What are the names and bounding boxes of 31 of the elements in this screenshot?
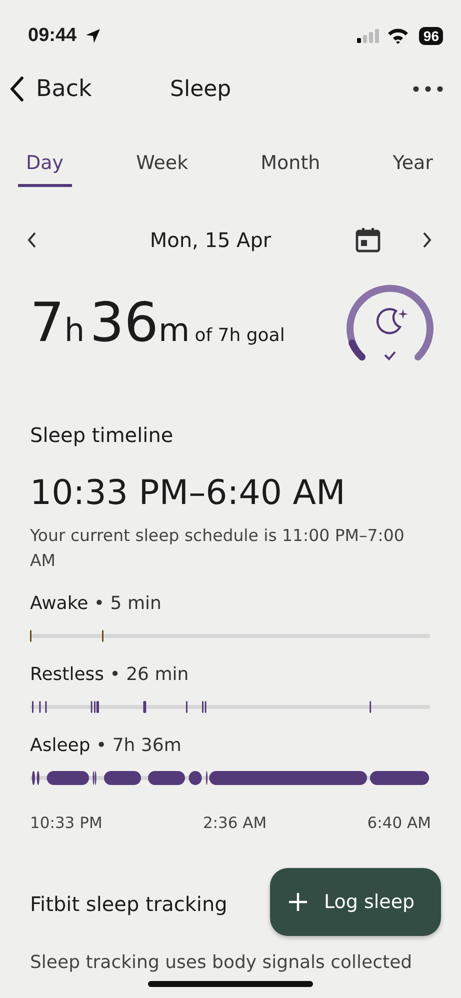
chevron-left-icon[interactable]: [26, 231, 38, 249]
period-tab[interactable]: Month: [252, 152, 328, 187]
sleep-schedule-text: Your current sleep schedule is 11:00 PM–7:00 AM: [30, 525, 406, 572]
period-tab[interactable]: Day: [18, 152, 72, 187]
back-button[interactable]: Back: [10, 76, 170, 102]
battery-indicator: 96: [419, 27, 443, 45]
section-title: Sleep timeline: [30, 423, 174, 447]
period-tab[interactable]: Week: [128, 152, 196, 187]
page-title: Sleep: [170, 76, 232, 102]
log-sleep-button[interactable]: Log sleep: [270, 868, 441, 936]
sleep-time-range: 10:33 PM–6:40 AM: [30, 473, 346, 513]
axis-label: 10:33 PM: [30, 814, 102, 832]
chevron-left-icon: [10, 76, 24, 102]
sleep-duration: 7 h 36m of 7h goal: [30, 290, 285, 354]
plus-icon: [288, 892, 308, 912]
signal-icon: [357, 29, 380, 43]
section-title: Fitbit sleep tracking: [30, 892, 228, 916]
more-icon[interactable]: [413, 86, 443, 92]
calendar-icon[interactable]: [355, 227, 381, 253]
axis-label: 2:36 AM: [202, 814, 267, 832]
date-label: Mon, 15 Apr: [148, 228, 272, 252]
stage-label: Restless • 26 min: [30, 664, 190, 685]
stage-label: Asleep • 7h 36m: [30, 735, 182, 756]
period-tab[interactable]: Year: [384, 152, 441, 187]
stage-label: Awake • 5 min: [30, 593, 162, 614]
chevron-right-icon[interactable]: [421, 231, 433, 249]
location-arrow-icon: [84, 28, 101, 44]
status-time: 09:44: [28, 25, 77, 47]
wifi-icon: [387, 28, 410, 44]
body-text: Sleep tracking uses body signals collected: [30, 952, 414, 973]
axis-label: 6:40 AM: [367, 814, 431, 832]
